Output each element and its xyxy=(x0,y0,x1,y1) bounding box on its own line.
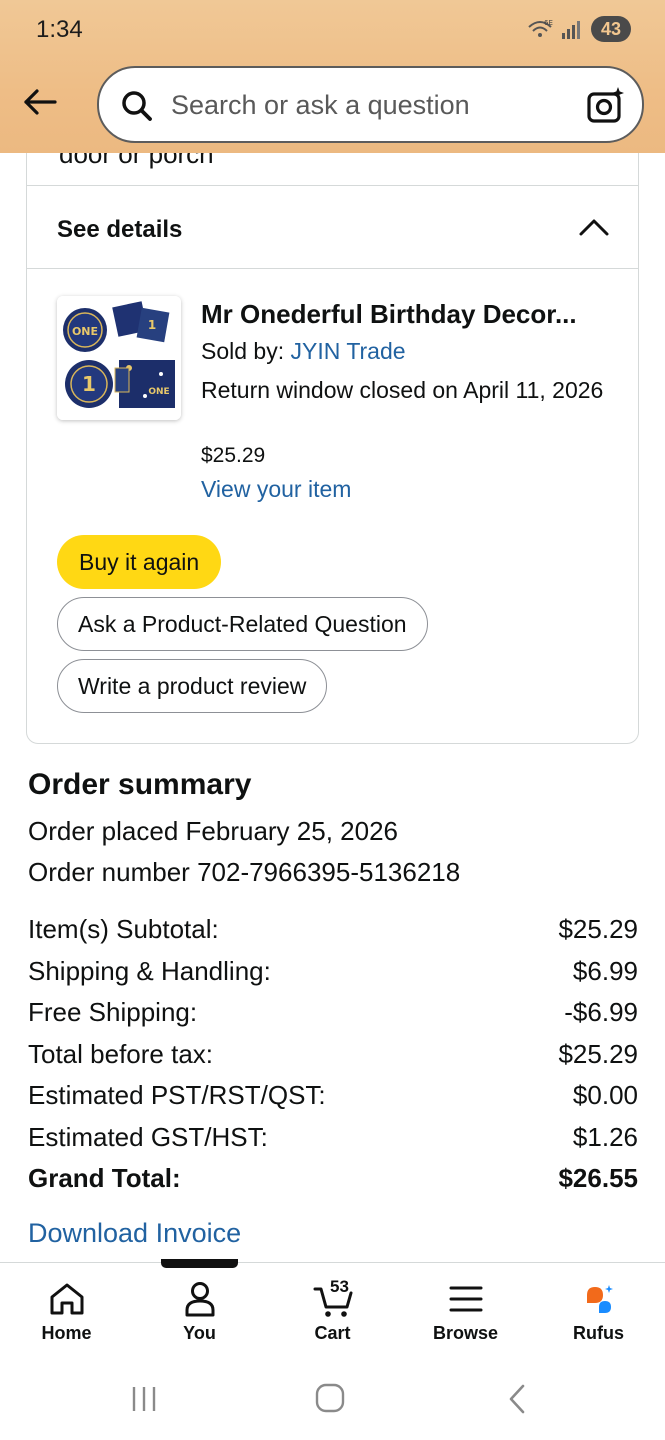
status-time: 1:34 xyxy=(36,16,83,43)
battery-indicator: 43 xyxy=(591,16,631,42)
svg-text:1: 1 xyxy=(82,372,96,396)
order-summary-title: Order summary xyxy=(28,768,252,801)
app-header: 1:34 6E 43 xyxy=(0,0,665,153)
write-product-review-button[interactable]: Write a product review xyxy=(57,659,328,713)
sold-by-label: Sold by: xyxy=(201,338,291,364)
back-chevron-icon[interactable] xyxy=(497,1382,537,1416)
item-price: $25.29 xyxy=(201,444,266,467)
product-image[interactable]: ONE 1 1 ONE xyxy=(57,296,181,420)
nav-browse-label: Browse xyxy=(432,1323,499,1343)
divider xyxy=(27,268,638,269)
search-icon xyxy=(122,91,152,121)
camera-search-icon[interactable] xyxy=(586,85,626,125)
cart-count-badge: 53 xyxy=(330,1277,349,1296)
recents-icon[interactable] xyxy=(124,1382,164,1416)
menu-icon xyxy=(449,1286,482,1312)
chevron-up-icon xyxy=(579,219,609,236)
summary-label: Total before tax: xyxy=(28,1038,213,1069)
status-bar: 1:34 6E 43 xyxy=(0,0,665,62)
svg-text:1: 1 xyxy=(148,318,156,332)
summary-row-grand-total: Grand Total: $26.55 xyxy=(28,1163,638,1205)
svg-text:ONE: ONE xyxy=(72,325,98,338)
see-details-toggle[interactable]: See details xyxy=(27,186,638,268)
summary-value: $0.00 xyxy=(572,1080,638,1110)
summary-label: Grand Total: xyxy=(28,1163,181,1193)
summary-row-gst: Estimated GST/HST: $1.26 xyxy=(28,1122,638,1164)
product-title-link[interactable]: Mr Onederful Birthday Decor... xyxy=(201,299,621,330)
order-summary-section: Order summary Order placed February 25, … xyxy=(28,768,638,1248)
product-thumbnail-graphic: ONE 1 1 ONE xyxy=(57,296,181,420)
view-your-item-link[interactable]: View your item xyxy=(201,476,351,503)
buy-it-again-button[interactable]: Buy it again xyxy=(57,535,222,589)
return-window-status: Return window closed on April 11, 2026 xyxy=(201,377,604,403)
search-input[interactable] xyxy=(171,82,561,128)
summary-value: $1.26 xyxy=(572,1121,638,1152)
back-button[interactable] xyxy=(20,82,60,122)
order-number: Order number 702-7966395-5136218 xyxy=(28,857,461,887)
nav-you-label: You xyxy=(183,1323,216,1343)
summary-value: $26.55 xyxy=(558,1163,638,1193)
shipment-card: door or porch See details ONE 1 1 ONE Mr… xyxy=(26,110,639,744)
summary-label: Item(s) Subtotal: xyxy=(28,914,219,944)
ask-product-question-button[interactable]: Ask a Product-Related Question xyxy=(57,597,428,651)
back-arrow-icon xyxy=(24,89,57,115)
summary-row-subtotal: Item(s) Subtotal: $25.29 xyxy=(28,914,638,956)
summary-value: $25.29 xyxy=(558,1038,638,1069)
nav-home[interactable]: Home xyxy=(0,1263,133,1353)
nav-home-label: Home xyxy=(41,1323,92,1343)
wifi-icon: 6E xyxy=(528,19,553,37)
order-summary-rows: Item(s) Subtotal: $25.29 Shipping & Hand… xyxy=(28,914,638,1205)
status-icons: 6E 43 xyxy=(527,16,631,42)
svg-text:6E: 6E xyxy=(544,19,553,27)
summary-value: -$6.99 xyxy=(564,997,638,1027)
seller-link[interactable]: JYIN Trade xyxy=(291,338,406,364)
summary-label: Shipping & Handling: xyxy=(28,955,271,986)
svg-text:ONE: ONE xyxy=(148,387,169,397)
nav-rufus[interactable]: Rufus xyxy=(532,1263,665,1353)
download-invoice-link[interactable]: Download Invoice xyxy=(28,1218,241,1249)
order-details-content: door or porch See details ONE 1 1 ONE Mr… xyxy=(0,0,665,1262)
home-icon xyxy=(50,1283,83,1315)
summary-label: Estimated GST/HST: xyxy=(28,1121,268,1152)
summary-row-pst: Estimated PST/RST/QST: $0.00 xyxy=(28,1080,638,1122)
person-icon xyxy=(185,1282,214,1317)
rufus-icon xyxy=(586,1285,613,1313)
bottom-navigation: Home You 53 Cart Browse Rufus xyxy=(0,1262,665,1352)
summary-value: $25.29 xyxy=(558,914,638,944)
nav-you[interactable]: You xyxy=(133,1263,266,1353)
summary-label: Free Shipping: xyxy=(28,997,198,1027)
sold-by: Sold by: JYIN Trade xyxy=(201,338,406,365)
nav-cart[interactable]: 53 Cart xyxy=(266,1263,399,1353)
signal-icon xyxy=(562,21,580,39)
summary-row-free-shipping: Free Shipping: -$6.99 xyxy=(28,997,638,1039)
nav-browse[interactable]: Browse xyxy=(399,1263,532,1353)
home-circle-icon[interactable] xyxy=(310,1382,350,1416)
summary-row-shipping: Shipping & Handling: $6.99 xyxy=(28,956,638,998)
system-navigation-bar xyxy=(0,1352,665,1440)
search-bar[interactable] xyxy=(97,66,644,143)
see-details-label: See details xyxy=(57,216,183,243)
active-tab-indicator xyxy=(161,1259,238,1268)
summary-value: $6.99 xyxy=(572,955,638,986)
summary-row-total-before-tax: Total before tax: $25.29 xyxy=(28,1039,638,1081)
order-placed-date: Order placed February 25, 2026 xyxy=(28,816,398,846)
nav-cart-label: Cart xyxy=(314,1323,351,1343)
nav-rufus-label: Rufus xyxy=(573,1323,624,1343)
summary-label: Estimated PST/RST/QST: xyxy=(28,1080,326,1110)
